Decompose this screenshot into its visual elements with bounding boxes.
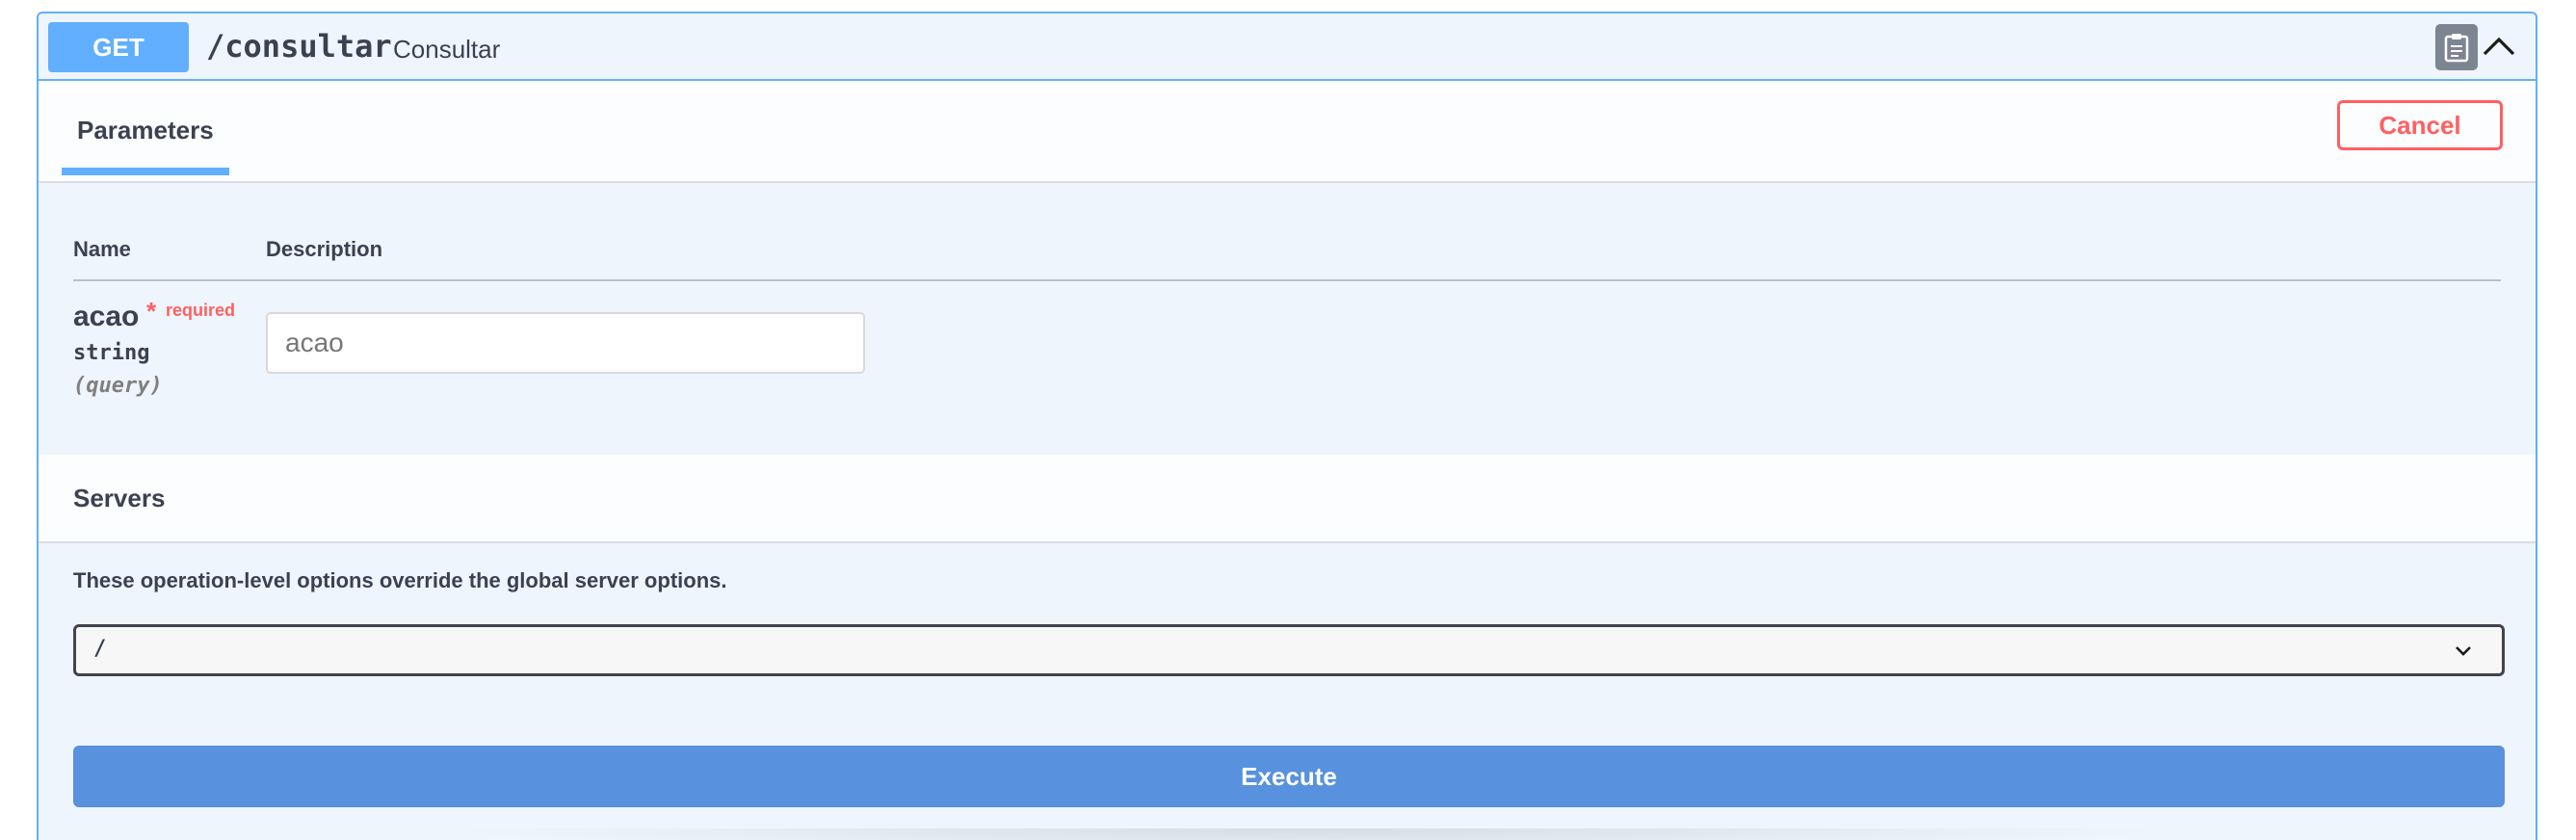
chevron-down-icon <box>2456 646 2471 656</box>
parameters-table: Name Description acao * required string … <box>39 183 2536 455</box>
required-label: required <box>166 301 236 320</box>
operation-path: /consultar <box>206 28 392 65</box>
parameter-type: string <box>73 341 150 365</box>
column-header-description: Description <box>266 237 383 261</box>
chevron-up-icon <box>2483 37 2515 56</box>
cancel-try-it-out-button[interactable]: Cancel <box>2337 100 2503 150</box>
collapse-operation-button[interactable] <box>2480 27 2518 66</box>
copy-to-clipboard-button[interactable] <box>2435 24 2478 70</box>
operation-summary[interactable]: GET /consultar Consultar <box>39 13 2536 81</box>
operation-summary-description: Consultar <box>393 35 501 64</box>
execute-button[interactable]: Execute <box>73 746 2505 807</box>
operation-block-get-consultar: GET /consultar Consultar Parameters Canc… <box>37 12 2537 840</box>
header-divider <box>73 279 2501 281</box>
http-method-badge: GET <box>48 22 189 72</box>
parameter-name: acao <box>73 301 140 332</box>
parameters-section-header: Parameters Cancel <box>39 81 2536 183</box>
column-header-name: Name <box>73 237 131 261</box>
servers-note: These operation-level options override t… <box>73 568 727 592</box>
active-tab-indicator <box>62 168 229 175</box>
servers-title: Servers <box>73 484 166 512</box>
response-shadow <box>443 828 2177 840</box>
parameter-location: (query) <box>73 374 163 398</box>
clipboard-icon <box>2444 34 2469 63</box>
required-star: * <box>146 297 157 326</box>
parameter-acao-input[interactable] <box>266 312 865 374</box>
tab-parameters[interactable]: Parameters <box>62 106 229 175</box>
server-select[interactable]: / <box>73 624 2505 676</box>
tab-parameters-label: Parameters <box>77 116 214 144</box>
servers-section-header: Servers <box>39 455 2536 543</box>
server-select-value: / <box>93 637 107 661</box>
